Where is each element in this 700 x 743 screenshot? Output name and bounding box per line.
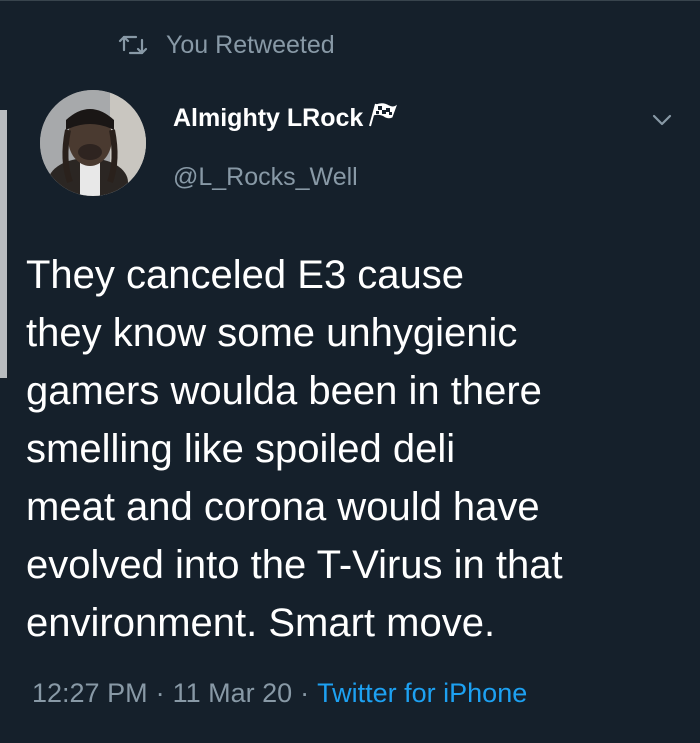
tweet-time[interactable]: 12:27 PM [32,678,148,709]
tweet-source-link[interactable]: Twitter for iPhone [317,678,527,709]
meta-separator: · [300,678,310,708]
author-name-row[interactable]: Almighty LRock [173,102,398,133]
tweet-text: They canceled E3 cause they know some un… [26,253,563,645]
tweet-card: You Retweeted Almighty LRock @L_Rocks_We… [0,0,700,743]
scroll-indicator [0,110,7,378]
top-divider [0,0,700,1]
author-handle[interactable]: @L_Rocks_Well [173,163,358,192]
author-display-name[interactable]: Almighty LRock [173,104,363,133]
checkered-flag-icon [369,102,398,126]
retweet-icon [118,35,148,55]
chevron-down-icon[interactable] [650,110,674,130]
retweet-header: You Retweeted [118,28,335,62]
retweet-label: You Retweeted [166,30,335,59]
tweet-metadata: 12:27 PM · 11 Mar 20 · Twitter for iPhon… [32,678,527,709]
avatar-image [40,90,146,196]
meta-separator: · [155,678,165,708]
tweet-date[interactable]: 11 Mar 20 [173,678,293,709]
avatar[interactable] [40,90,146,196]
